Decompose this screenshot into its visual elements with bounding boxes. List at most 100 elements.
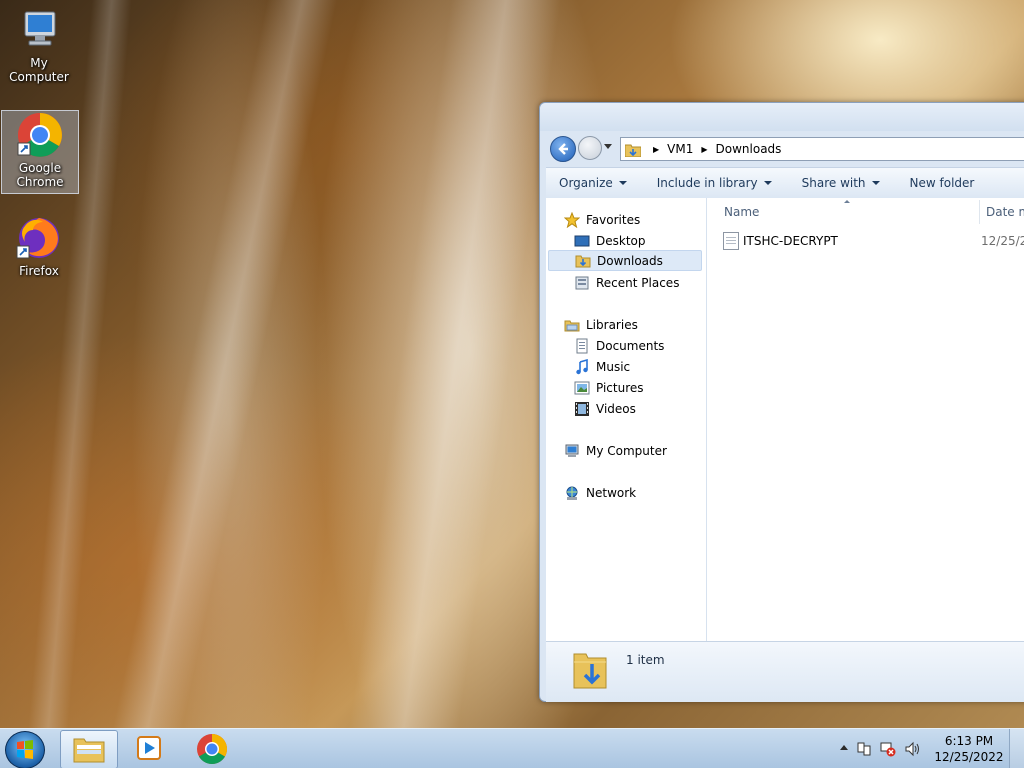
network-disconnected-icon[interactable] [880, 741, 896, 757]
nav-recent-places[interactable]: Recent Places [574, 272, 702, 293]
nav-favorites[interactable]: Favorites [563, 209, 702, 230]
desktop-icon-firefox[interactable]: Firefox [1, 214, 77, 278]
network-icon [564, 485, 580, 501]
downloads-folder-icon [572, 648, 608, 695]
nav-pictures-label: Pictures [596, 380, 644, 395]
include-in-library-button[interactable]: Include in library [639, 168, 784, 198]
recent-locations-button[interactable] [604, 144, 612, 149]
show-hidden-icons-button[interactable] [840, 745, 848, 750]
wallpaper-streak [112, 0, 338, 728]
music-icon [574, 358, 590, 375]
breadcrumb-downloads[interactable]: Downloads [716, 142, 782, 156]
details-pane: 1 item [546, 641, 1024, 702]
file-list[interactable]: Name Date m ITSHC-DECRYPT 12/25/2 [707, 198, 1024, 641]
desktop-icon-my-computer[interactable]: My Computer [1, 6, 77, 84]
explorer-window[interactable]: ▶ VM1 ▶ Downloads Organize Include in li… [539, 102, 1024, 702]
share-with-label: Share with [801, 176, 866, 190]
organize-button[interactable]: Organize [546, 168, 639, 198]
media-player-icon [137, 736, 161, 760]
column-date-label: Date m [986, 205, 1024, 219]
nav-desktop[interactable]: Desktop [574, 230, 702, 251]
breadcrumb-chevron-icon[interactable]: ▶ [701, 145, 707, 154]
videos-icon [574, 401, 590, 417]
breadcrumb-vm1[interactable]: VM1 [667, 142, 693, 156]
folder-icon [73, 738, 105, 763]
nav-network[interactable]: Network [564, 482, 702, 503]
sort-up-icon [844, 200, 850, 203]
system-tray: 6:13 PM 12/25/2022 [834, 729, 1024, 768]
clock-time: 6:13 PM [944, 734, 994, 748]
nav-desktop-label: Desktop [596, 233, 646, 248]
chrome-icon [197, 734, 228, 765]
firefox-icon [15, 214, 63, 262]
address-bar[interactable]: ▶ VM1 ▶ Downloads [620, 137, 1024, 161]
show-desktop-button[interactable] [1009, 729, 1024, 768]
file-date: 12/25/2 [981, 234, 1024, 248]
action-center-icon[interactable] [856, 741, 872, 757]
documents-icon [574, 338, 590, 354]
taskbar-explorer-button[interactable] [60, 730, 118, 768]
organize-label: Organize [559, 176, 613, 190]
item-count: 1 item [626, 653, 665, 667]
taskbar: 6:13 PM 12/25/2022 [0, 728, 1024, 768]
nav-documents-label: Documents [596, 338, 665, 353]
navigation-pane[interactable]: Favorites Desktop Downloads Recent Place… [546, 198, 707, 641]
nav-documents[interactable]: Documents [574, 335, 702, 356]
column-header-date-modified[interactable]: Date m [986, 198, 1024, 226]
nav-favorites-label: Favorites [586, 212, 641, 227]
volume-icon[interactable] [904, 741, 920, 757]
desktop-icon [574, 233, 590, 249]
nav-network-label: Network [586, 485, 637, 500]
wallpaper-streak [348, 0, 562, 728]
chevron-down-icon [871, 181, 880, 185]
nav-music-label: Music [596, 359, 631, 374]
column-separator[interactable] [979, 200, 980, 224]
new-folder-button[interactable]: New folder [892, 168, 987, 198]
desktop-icon-google-chrome[interactable]: Google Chrome [1, 110, 79, 194]
clock-date: 12/25/2022 [934, 750, 1004, 764]
taskbar-chrome-button[interactable] [184, 730, 240, 767]
computer-icon [564, 443, 580, 459]
windows-logo-icon [17, 740, 33, 759]
forward-button[interactable] [578, 136, 602, 160]
breadcrumb-chevron-icon[interactable]: ▶ [653, 145, 659, 154]
star-icon [563, 211, 581, 228]
back-button[interactable] [550, 136, 576, 162]
column-name-label: Name [724, 205, 760, 219]
file-icon [723, 232, 739, 250]
command-bar: Organize Include in library Share with N… [546, 167, 1024, 199]
nav-recent-places-label: Recent Places [596, 275, 680, 290]
downloads-folder-icon [575, 253, 591, 269]
nav-videos-label: Videos [596, 401, 636, 416]
column-header-name[interactable]: Name [724, 198, 759, 226]
nav-videos[interactable]: Videos [574, 398, 702, 419]
pictures-icon [574, 380, 590, 396]
file-name: ITSHC-DECRYPT [743, 234, 838, 248]
chrome-icon [16, 111, 64, 159]
nav-downloads-label: Downloads [597, 253, 663, 268]
file-row[interactable]: ITSHC-DECRYPT 12/25/2 [723, 230, 1024, 252]
nav-pictures[interactable]: Pictures [574, 377, 702, 398]
clock[interactable]: 6:13 PM 12/25/2022 [934, 733, 1004, 765]
taskbar-media-player-button[interactable] [122, 730, 178, 767]
recent-places-icon [574, 275, 590, 291]
explorer-content: Favorites Desktop Downloads Recent Place… [546, 198, 1024, 641]
computer-icon [15, 6, 63, 54]
arrow-left-icon [558, 143, 568, 155]
libraries-icon [564, 317, 580, 333]
nav-my-computer[interactable]: My Computer [564, 440, 702, 461]
start-button[interactable] [5, 731, 45, 768]
nav-downloads[interactable]: Downloads [548, 250, 702, 271]
nav-libraries[interactable]: Libraries [564, 314, 702, 335]
nav-my-computer-label: My Computer [586, 443, 667, 458]
desktop-icon-label: Firefox [19, 264, 59, 278]
nav-libraries-label: Libraries [586, 317, 638, 332]
nav-music[interactable]: Music [574, 356, 702, 377]
navigation-bar: ▶ VM1 ▶ Downloads [546, 131, 1024, 165]
folder-icon [624, 143, 642, 157]
include-in-library-label: Include in library [656, 176, 758, 190]
share-with-button[interactable]: Share with [784, 168, 892, 198]
window-titlebar[interactable] [540, 103, 1024, 131]
desktop-icon-label: Google Chrome [16, 161, 64, 189]
chevron-down-icon [763, 181, 772, 185]
